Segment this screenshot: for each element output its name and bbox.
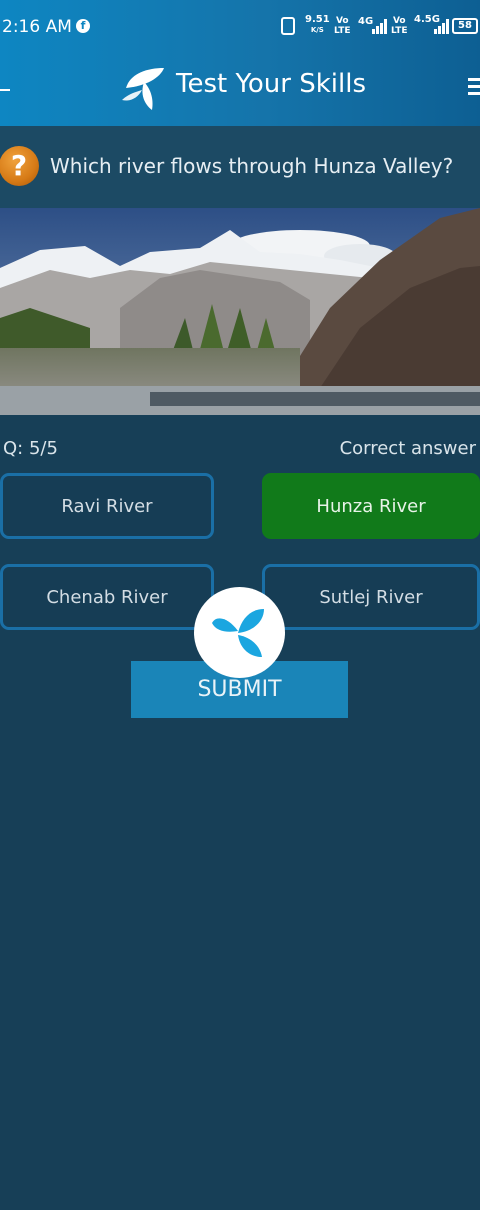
top-bar: 2:16 AM f 9.51 K/S Vo LTE 4G Vo LTE 4.5G 58: [0, 0, 480, 126]
back-arrow-icon[interactable]: [0, 76, 12, 104]
loading-spinner-icon: [194, 587, 285, 678]
network-type-1: 4G: [358, 16, 374, 27]
question-text: Which river flows through Hunza Valley?: [50, 154, 454, 178]
volte-indicator-2: Vo LTE: [391, 16, 408, 36]
vibrate-icon: [281, 17, 295, 35]
option-chenab-river[interactable]: Chenab River: [0, 564, 214, 630]
option-sutlej-river[interactable]: Sutlej River: [262, 564, 480, 630]
answer-feedback: Correct answer: [339, 438, 476, 459]
question-progress: Q: 5/5: [3, 438, 58, 459]
question-mark-icon: ?: [0, 146, 39, 186]
status-bar: 2:16 AM f 9.51 K/S Vo LTE 4G Vo LTE 4.5G 58: [0, 0, 480, 54]
signal-strength-icon-2: [434, 19, 449, 34]
battery-icon: 58: [452, 18, 478, 34]
question-image: [0, 208, 480, 415]
app-header: Test Your Skills: [0, 54, 480, 126]
question-bar: ? Which river flows through Hunza Valley…: [0, 126, 480, 208]
network-speed: 9.51 K/S: [305, 14, 330, 35]
signal-strength-icon-1: [372, 19, 387, 34]
page-title: Test Your Skills: [176, 69, 367, 99]
facebook-notification-icon: f: [76, 19, 90, 33]
option-ravi-river[interactable]: Ravi River: [0, 473, 214, 539]
menu-icon[interactable]: [468, 78, 480, 98]
option-hunza-river[interactable]: Hunza River: [262, 473, 480, 539]
status-time: 2:16 AM: [2, 17, 72, 37]
brand-logo-icon: [120, 60, 170, 112]
volte-indicator-1: Vo LTE: [334, 16, 351, 36]
